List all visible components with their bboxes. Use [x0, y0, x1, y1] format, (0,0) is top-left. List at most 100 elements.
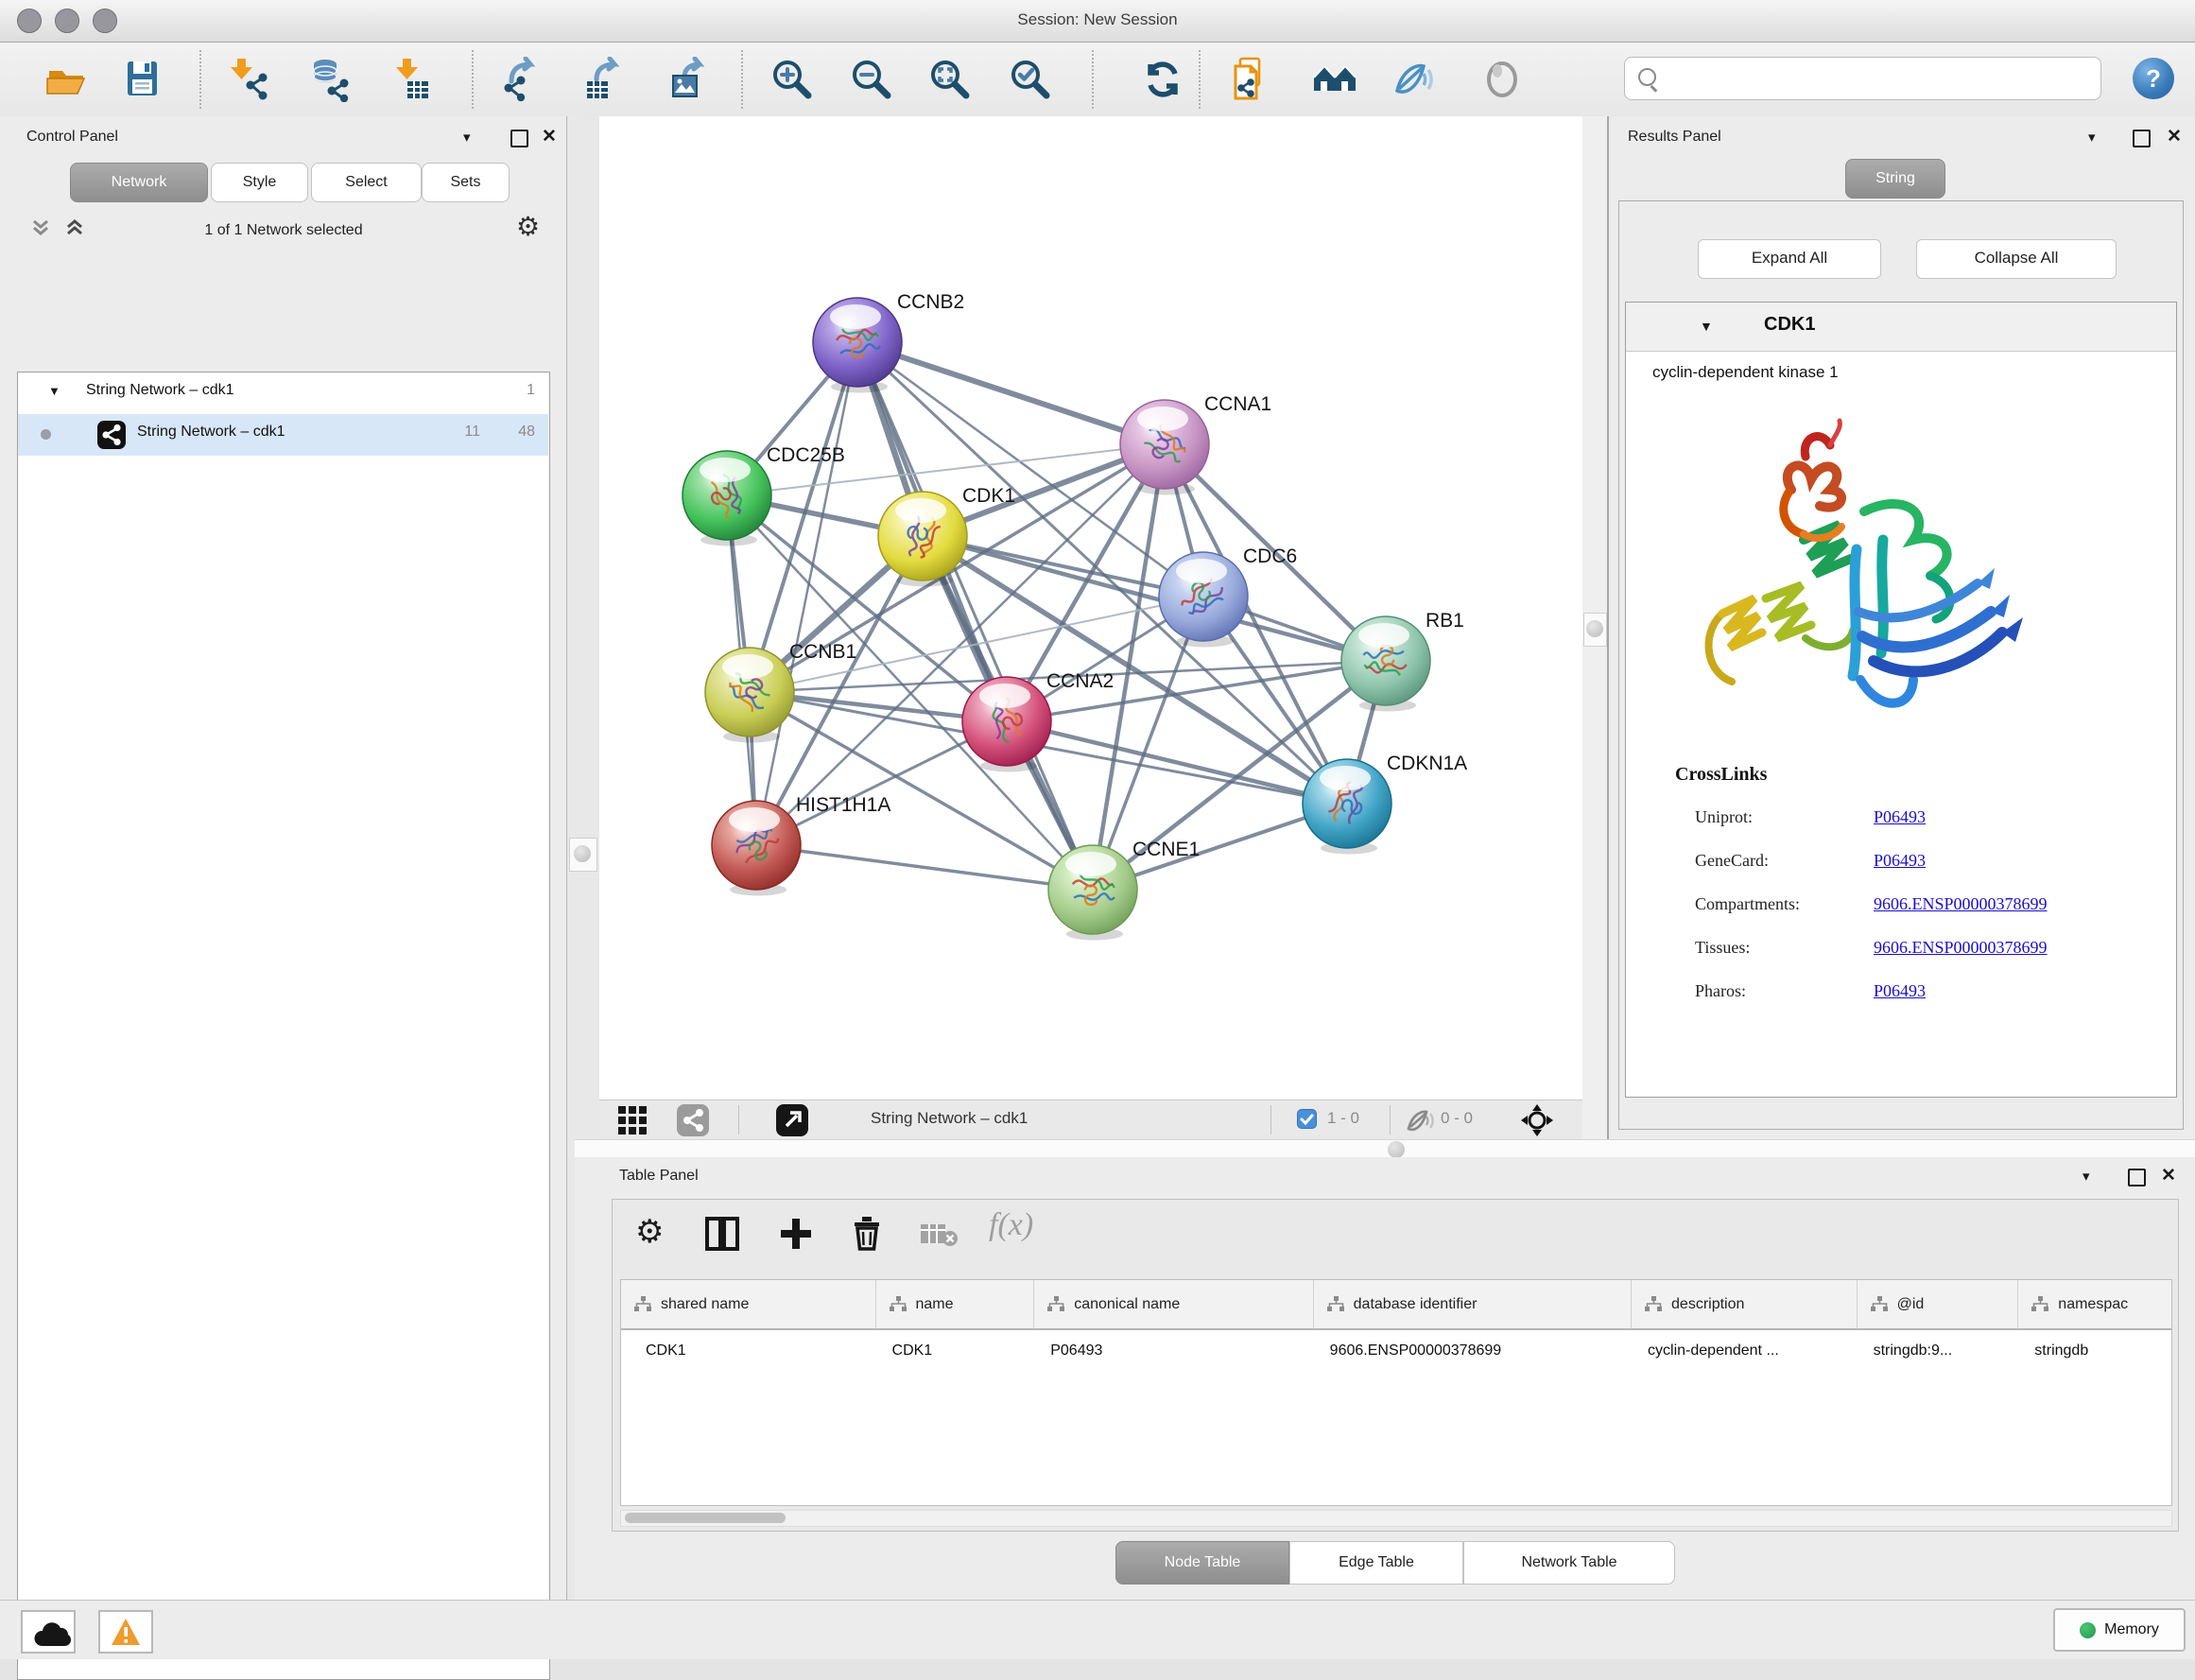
control-panel-float-icon[interactable]: [510, 130, 528, 147]
network-node-CDKN1A[interactable]: [1303, 759, 1391, 855]
table-panel-close-icon[interactable]: ✕: [2161, 1165, 2176, 1186]
expand-all-button[interactable]: Expand All: [1698, 239, 1881, 279]
table-cell[interactable]: stringdb:9...: [1857, 1330, 2018, 1372]
control-panel-menu-icon[interactable]: ▾: [463, 129, 471, 146]
network-options-gear-icon[interactable]: ⚙: [516, 211, 540, 242]
search-input[interactable]: [1624, 57, 2101, 100]
memory-button[interactable]: Memory: [2053, 1608, 2186, 1652]
network-node-CDK1[interactable]: [878, 492, 967, 587]
add-column-icon[interactable]: [779, 1217, 813, 1256]
tab-network[interactable]: Network: [70, 163, 208, 202]
network-node-CCNE1[interactable]: [1048, 845, 1137, 941]
refresh-icon[interactable]: [1140, 57, 1185, 102]
network-canvas[interactable]: CCNB2CCNA1CDC25BCDK1CDC6RB1CCNB1CCNA2CDK…: [599, 116, 1582, 1100]
network-node-HIST1H1A[interactable]: [712, 801, 801, 896]
tab-string[interactable]: String: [1845, 159, 1945, 199]
column-header-namespac[interactable]: namespac: [2017, 1280, 2171, 1328]
open-in-window-icon[interactable]: [776, 1104, 808, 1136]
export-network-icon[interactable]: [498, 57, 544, 102]
network-collection-row[interactable]: ▼ String Network – cdk1 1: [18, 372, 548, 414]
network-edge-CDK1-RB1[interactable]: [923, 536, 1386, 661]
table-row[interactable]: CDK1CDK1P064939606.ENSP00000378699cyclin…: [621, 1330, 2171, 1372]
import-table-icon[interactable]: [389, 57, 434, 102]
network-node-CCNA1[interactable]: [1120, 400, 1209, 495]
show-columns-icon[interactable]: [705, 1217, 739, 1256]
tab-edge-table[interactable]: Edge Table: [1289, 1541, 1463, 1585]
node-table[interactable]: shared namenamecanonical namedatabase id…: [620, 1279, 2172, 1506]
table-horizontal-scrollbar[interactable]: [620, 1510, 2172, 1527]
warning-button[interactable]: [98, 1610, 153, 1654]
network-node-RB1[interactable]: [1341, 616, 1430, 712]
tab-network-table[interactable]: Network Table: [1463, 1541, 1675, 1585]
export-image-icon[interactable]: [665, 57, 711, 102]
network-edge-CCNE1-HIST1H1A[interactable]: [756, 845, 1093, 890]
birdseye-grid-icon[interactable]: [618, 1106, 647, 1139]
network-edge-CCNB2-CCNE1[interactable]: [857, 342, 1093, 890]
save-session-icon[interactable]: [120, 57, 165, 102]
results-panel-float-icon[interactable]: [2133, 130, 2151, 147]
scrollbar-thumb[interactable]: [625, 1513, 786, 1523]
crosslink-value[interactable]: P06493: [1874, 981, 1926, 1001]
crosslink-value[interactable]: 9606.ENSP00000378699: [1874, 938, 2048, 958]
delete-table-icon[interactable]: [921, 1221, 959, 1254]
results-panel-menu-icon[interactable]: ▾: [2088, 129, 2096, 146]
crosslink-value[interactable]: 9606.ENSP00000378699: [1874, 894, 2048, 914]
tab-sets[interactable]: Sets: [422, 163, 510, 202]
import-network-file-icon[interactable]: [224, 57, 269, 102]
tab-select[interactable]: Select: [311, 163, 422, 202]
table-cell[interactable]: cyclin-dependent ...: [1631, 1330, 1857, 1372]
zoom-out-icon[interactable]: [849, 57, 894, 102]
crosslink-value[interactable]: P06493: [1874, 807, 1926, 827]
string-gray-icon[interactable]: [677, 1104, 709, 1136]
hidden-items-icon[interactable]: [1405, 1106, 1435, 1139]
table-cell[interactable]: P06493: [1033, 1330, 1312, 1372]
column-header-canonical-name[interactable]: canonical name: [1033, 1280, 1312, 1328]
results-panel-close-icon[interactable]: ✕: [2167, 126, 2182, 147]
table-cell[interactable]: CDK1: [621, 1330, 875, 1372]
table-body: CDK1CDK1P064939606.ENSP00000378699cyclin…: [621, 1330, 2171, 1372]
open-session-icon[interactable]: [43, 57, 89, 102]
section-disclosure-icon[interactable]: ▼: [1700, 319, 1713, 334]
control-panel-close-icon[interactable]: ✕: [542, 126, 557, 147]
table-cell[interactable]: CDK1: [875, 1330, 1034, 1372]
network-node-CDC25B[interactable]: [683, 451, 771, 546]
enhanced-graphics-icon[interactable]: [1390, 57, 1435, 102]
tab-node-table[interactable]: Node Table: [1115, 1541, 1289, 1585]
tab-style[interactable]: Style: [211, 163, 308, 202]
function-builder-icon[interactable]: f(x): [989, 1207, 1033, 1243]
network-edge-CCNB2-HIST1H1A[interactable]: [756, 342, 857, 845]
zoom-selected-icon[interactable]: [1008, 57, 1053, 102]
network-edge-CCNA2-CDKN1A[interactable]: [1007, 721, 1347, 804]
column-header--id[interactable]: @id: [1857, 1280, 2018, 1328]
cloud-button[interactable]: [21, 1610, 76, 1654]
table-settings-gear-icon[interactable]: ⚙: [635, 1213, 664, 1251]
network-node-CDC6[interactable]: [1159, 552, 1248, 648]
export-table-icon[interactable]: [581, 57, 627, 102]
table-cell[interactable]: stringdb: [2017, 1330, 2171, 1372]
help-icon[interactable]: ?: [2133, 58, 2174, 99]
show-graphics-icon[interactable]: [1480, 57, 1526, 102]
zoom-fit-icon[interactable]: [927, 57, 973, 102]
table-panel-menu-icon[interactable]: ▾: [2083, 1168, 2090, 1185]
network-node-CCNA2[interactable]: [962, 677, 1051, 772]
crosslink-value[interactable]: P06493: [1874, 851, 1926, 871]
table-panel-float-icon[interactable]: [2128, 1169, 2146, 1186]
table-cell[interactable]: 9606.ENSP00000378699: [1313, 1330, 1631, 1372]
string-home-icon[interactable]: [1312, 57, 1357, 102]
share-publication-icon[interactable]: [1230, 57, 1275, 102]
right-splitter[interactable]: [1582, 116, 1607, 1139]
network-edge-CCNB2-CCNA1[interactable]: [857, 342, 1165, 444]
delete-column-icon[interactable]: [851, 1215, 883, 1256]
column-header-database-identifier[interactable]: database identifier: [1313, 1280, 1631, 1328]
selected-checkbox-icon[interactable]: [1297, 1109, 1317, 1129]
network-row[interactable]: String Network – cdk1 11 48: [18, 414, 548, 456]
import-network-database-icon[interactable]: [306, 57, 352, 102]
cdk1-section-header[interactable]: ▼ CDK1: [1626, 303, 2176, 352]
zoom-in-icon[interactable]: [769, 57, 815, 102]
collection-disclosure-icon[interactable]: ▼: [48, 384, 60, 398]
column-header-name[interactable]: name: [875, 1280, 1034, 1328]
column-header-description[interactable]: description: [1631, 1280, 1857, 1328]
fit-content-crosshair-icon[interactable]: [1520, 1103, 1554, 1142]
collapse-all-button[interactable]: Collapse All: [1916, 239, 2117, 279]
column-header-shared-name[interactable]: shared name: [621, 1280, 875, 1328]
